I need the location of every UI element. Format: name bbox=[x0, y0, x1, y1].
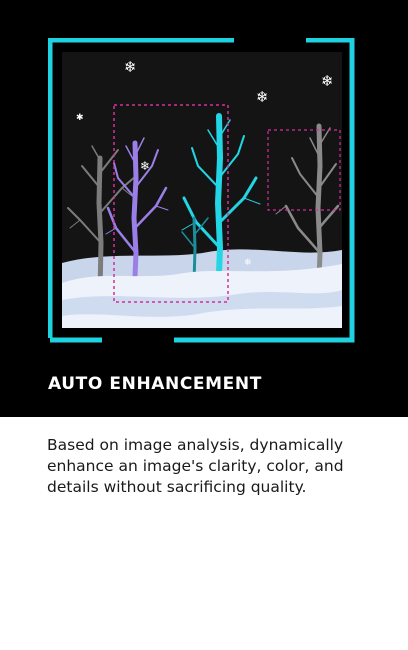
svg-text:❄: ❄ bbox=[321, 72, 334, 90]
feature-description: Based on image analysis, dynamically enh… bbox=[47, 436, 344, 496]
svg-text:❄: ❄ bbox=[244, 258, 252, 268]
svg-text:❄: ❄ bbox=[256, 88, 269, 106]
feature-title: AUTO ENHANCEMENT bbox=[48, 374, 262, 394]
svg-text:❄: ❄ bbox=[140, 159, 150, 173]
feature-card: ❄ ❄ ❄ ✱ ❄ ❄ AUTO ENHANCEMENT Based on im… bbox=[0, 0, 408, 650]
feature-banner: ❄ ❄ ❄ ✱ ❄ ❄ AUTO ENHANCEMENT bbox=[0, 0, 408, 417]
svg-text:✱: ✱ bbox=[76, 113, 84, 123]
svg-text:❄: ❄ bbox=[124, 58, 137, 76]
winter-forest-illustration: ❄ ❄ ❄ ✱ ❄ ❄ bbox=[48, 38, 355, 343]
